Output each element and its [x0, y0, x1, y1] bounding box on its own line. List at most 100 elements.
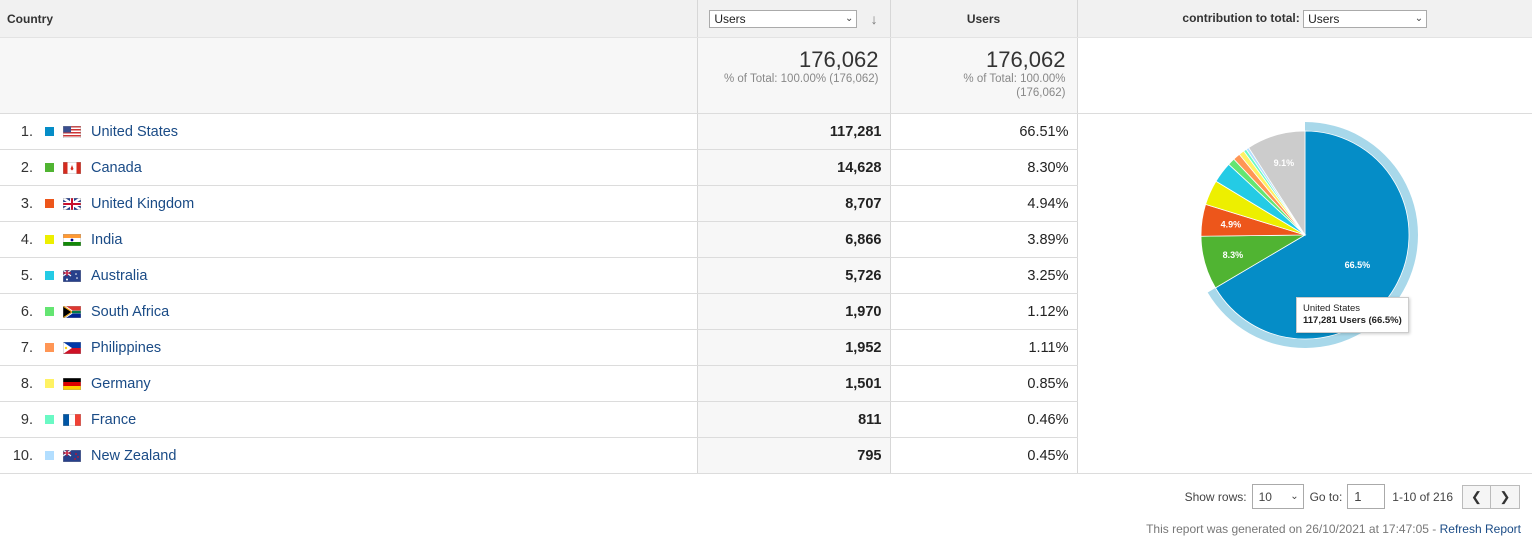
refresh-report-link[interactable]: Refresh Report	[1440, 522, 1521, 536]
ca-flag-icon	[63, 161, 81, 174]
country-link[interactable]: New Zealand	[91, 448, 176, 464]
row-rank: 3.	[20, 195, 33, 212]
users-percent: 0.45%	[890, 437, 1078, 474]
contribution-label: contribution to total:	[1182, 10, 1300, 25]
show-rows-label: Show rows:	[1184, 489, 1247, 504]
country-cell: 4. India	[0, 221, 698, 258]
users-value: 5,726	[697, 257, 891, 294]
users-percent: 8.30%	[890, 149, 1078, 186]
users-percent: 0.46%	[890, 401, 1078, 438]
country-link[interactable]: India	[91, 232, 122, 248]
contribution-select-value: Users	[1308, 11, 1340, 26]
country-cell: 6. South Africa	[0, 293, 698, 330]
country-link[interactable]: United Kingdom	[91, 196, 194, 212]
row-rank: 7.	[20, 339, 33, 356]
users-percent: 66.51%	[890, 113, 1078, 150]
users-percent: 1.12%	[890, 293, 1078, 330]
chevron-right-icon: ❯	[1499, 488, 1511, 504]
primary-total-cell: 176,062 % of Total: 100.00% (176,062)	[697, 37, 891, 114]
za-flag-icon	[63, 305, 81, 318]
series-color-swatch	[45, 343, 54, 352]
sort-descending-icon[interactable]: ↓	[871, 11, 878, 27]
users-percent: 3.25%	[890, 257, 1078, 294]
au-flag-icon	[63, 269, 81, 282]
ph-flag-icon	[63, 341, 81, 354]
users-value: 117,281	[697, 113, 891, 150]
report-generated-note: This report was generated on 26/10/2021 …	[1146, 522, 1521, 536]
row-rank: 5.	[20, 267, 33, 284]
users-value: 14,628	[697, 149, 891, 186]
country-cell: 9. France	[0, 401, 698, 438]
previous-page-button[interactable]: ❮	[1462, 484, 1491, 509]
country-cell: 2. Canada	[0, 149, 698, 186]
country-link[interactable]: France	[91, 412, 136, 428]
primary-metric-select[interactable]: Users ⌄	[709, 9, 858, 28]
pie-tooltip: United States 117,281 Users (66.5%)	[1296, 297, 1409, 333]
series-color-swatch	[45, 415, 54, 424]
goto-label: Go to:	[1309, 489, 1343, 504]
row-rank: 2.	[20, 159, 33, 176]
users-value: 1,501	[697, 365, 891, 402]
fr-flag-icon	[63, 413, 81, 426]
de-flag-icon	[63, 377, 81, 390]
country-link[interactable]: Australia	[91, 268, 147, 284]
pie-slice-label: 9.1%	[1274, 158, 1295, 168]
second-total-value: 176,062	[985, 47, 1066, 72]
series-color-swatch	[45, 199, 54, 208]
country-cell: 10. New Zealand	[0, 437, 698, 474]
chevron-down-icon: ⌄	[844, 13, 854, 24]
table-header: Country Users ⌄ ↓ Users contribution to …	[0, 0, 1532, 38]
second-total-percent-sub: (176,062)	[1016, 87, 1066, 99]
series-color-swatch	[45, 307, 54, 316]
series-color-swatch	[45, 271, 54, 280]
generated-text: This report was generated on 26/10/2021 …	[1146, 522, 1440, 536]
goto-input[interactable]: 1	[1347, 484, 1386, 509]
row-rank: 4.	[20, 231, 33, 248]
users-percent: 1.11%	[890, 329, 1078, 366]
row-rank: 8.	[20, 375, 33, 392]
country-link[interactable]: South Africa	[91, 304, 169, 320]
series-color-swatch	[45, 379, 54, 388]
pie-slice-label: 66.5%	[1345, 260, 1371, 270]
primary-total-percent: % of Total: 100.00% (176,062)	[723, 73, 879, 85]
primary-total-value: 176,062	[798, 47, 879, 72]
country-cell: 7. Philippines	[0, 329, 698, 366]
pie-slice-label: 4.9%	[1221, 219, 1242, 229]
country-link[interactable]: Philippines	[91, 340, 161, 356]
chevron-down-icon: ⌄	[1290, 491, 1299, 502]
series-color-swatch	[45, 451, 54, 460]
contribution-select[interactable]: Users ⌄	[1303, 9, 1428, 28]
users-value: 8,707	[697, 185, 891, 222]
row-rank: 10.	[12, 447, 33, 464]
pager: ❮ ❯	[1462, 484, 1520, 509]
series-color-swatch	[45, 127, 54, 136]
series-color-swatch	[45, 163, 54, 172]
users-column-header[interactable]: Users	[890, 0, 1078, 38]
primary-metric-header: Users ⌄ ↓	[697, 0, 891, 38]
contribution-header: contribution to total: Users ⌄	[1077, 0, 1532, 38]
series-color-swatch	[45, 235, 54, 244]
second-total-cell: 176,062 % of Total: 100.00% (176,062)	[890, 37, 1078, 114]
users-percent: 3.89%	[890, 221, 1078, 258]
primary-metric-select-value: Users	[714, 11, 746, 26]
page-range: 1-10 of 216	[1392, 489, 1453, 504]
country-column-header[interactable]: Country	[0, 0, 698, 38]
show-rows-select[interactable]: 10 ⌄	[1251, 484, 1304, 509]
users-value: 6,866	[697, 221, 891, 258]
users-value: 795	[697, 437, 891, 474]
tooltip-value: 117,281 Users (66.5%)	[1303, 315, 1402, 326]
country-link[interactable]: Canada	[91, 160, 142, 176]
country-cell: 3. United Kingdom	[0, 185, 698, 222]
country-link[interactable]: United States	[91, 124, 178, 140]
chevron-left-icon: ❮	[1471, 488, 1482, 504]
users-percent: 4.94%	[890, 185, 1078, 222]
users-value: 1,952	[697, 329, 891, 366]
pie-header-spacer	[1077, 37, 1532, 114]
country-cell: 8. Germany	[0, 365, 698, 402]
country-link[interactable]: Germany	[91, 376, 151, 392]
totals-row: 176,062 % of Total: 100.00% (176,062) 17…	[0, 37, 1532, 114]
pagination-bar: Show rows: 10 ⌄ Go to: 1 1-10 of 216 ❮ ❯	[1185, 484, 1520, 509]
pie-slice-label: 8.3%	[1223, 250, 1244, 260]
in-flag-icon	[63, 233, 81, 246]
next-page-button[interactable]: ❯	[1491, 484, 1520, 509]
